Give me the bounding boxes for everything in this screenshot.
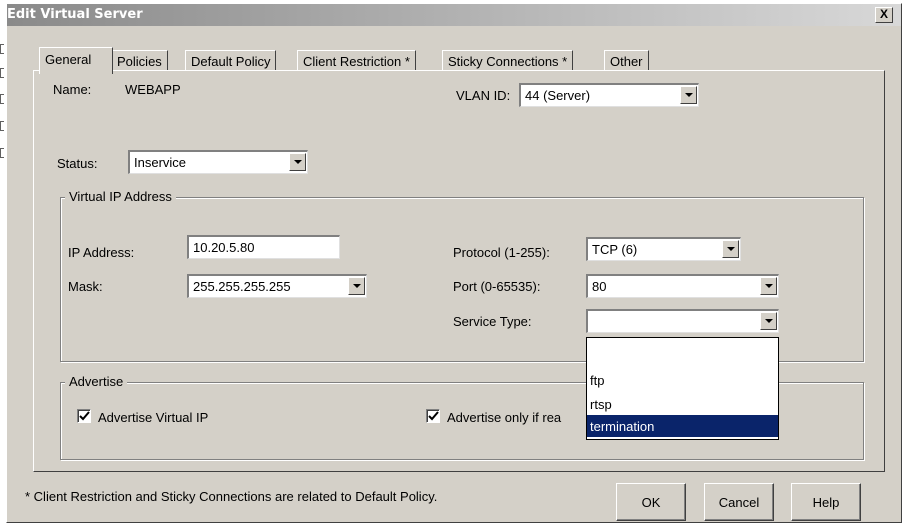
vlan-select-value: 44 (Server) bbox=[525, 88, 591, 103]
checkmark-icon bbox=[79, 411, 90, 421]
advertise-only-checkbox[interactable] bbox=[426, 409, 440, 423]
chevron-down-icon[interactable] bbox=[348, 277, 365, 295]
edge-mark bbox=[0, 121, 4, 131]
chevron-down-icon[interactable] bbox=[722, 240, 739, 258]
port-label: Port (0-65535): bbox=[453, 279, 541, 294]
cancel-button-label: Cancel bbox=[718, 495, 760, 510]
checkmark-icon bbox=[428, 411, 439, 421]
protocol-select[interactable]: TCP (6) bbox=[586, 237, 741, 261]
cancel-button[interactable]: Cancel bbox=[704, 483, 774, 521]
chevron-down-icon[interactable] bbox=[760, 277, 777, 295]
advertise-vip-label: Advertise Virtual IP bbox=[98, 410, 209, 425]
help-button[interactable]: Help bbox=[791, 483, 861, 521]
name-label: Name: bbox=[53, 82, 92, 97]
edge-mark bbox=[0, 44, 4, 54]
status-select[interactable]: Inservice bbox=[128, 150, 308, 174]
protocol-select-value: TCP (6) bbox=[592, 242, 638, 257]
list-option-ftp[interactable]: ftp bbox=[587, 369, 778, 391]
chevron-down-icon[interactable] bbox=[680, 86, 697, 104]
status-label: Status: bbox=[57, 156, 98, 171]
vlan-label: VLAN ID: bbox=[456, 88, 511, 103]
mask-select-value: 255.255.255.255 bbox=[193, 279, 291, 294]
edge-mark bbox=[0, 94, 4, 104]
list-option[interactable] bbox=[587, 338, 778, 360]
list-option-rtsp[interactable]: rtsp bbox=[587, 393, 778, 415]
advertise-only-label: Advertise only if rea bbox=[447, 410, 562, 425]
ok-button-label: OK bbox=[641, 495, 661, 510]
port-select-value: 80 bbox=[592, 279, 607, 294]
advertise-legend: Advertise bbox=[65, 374, 128, 389]
vlan-select[interactable]: 44 (Server) bbox=[519, 83, 699, 107]
service-type-label: Service Type: bbox=[453, 314, 532, 329]
chevron-down-icon[interactable] bbox=[289, 153, 306, 171]
panel-content: Name: WEBAPP VLAN ID: 44 (Server) Status… bbox=[7, 4, 901, 522]
edit-virtual-server-dialog: Edit Virtual Server X Policies Default P… bbox=[6, 3, 902, 523]
name-value: WEBAPP bbox=[125, 82, 181, 97]
chevron-down-icon[interactable] bbox=[760, 312, 777, 330]
ok-button[interactable]: OK bbox=[616, 483, 686, 521]
service-type-select[interactable] bbox=[586, 309, 779, 333]
mask-label: Mask: bbox=[68, 279, 103, 294]
virtual-ip-legend: Virtual IP Address bbox=[65, 189, 176, 204]
help-button-label: Help bbox=[812, 495, 840, 510]
footer-note: * Client Restriction and Sticky Connecti… bbox=[25, 489, 438, 504]
ip-address-value: 10.20.5.80 bbox=[193, 240, 255, 255]
edge-mark bbox=[0, 148, 4, 158]
list-option-termination[interactable]: termination bbox=[587, 415, 778, 437]
protocol-label: Protocol (1-255): bbox=[453, 245, 550, 260]
service-type-listbox[interactable]: ftp rtsp termination bbox=[586, 337, 779, 440]
screen: { "window": { "title": "Edit Virtual Ser… bbox=[0, 0, 908, 529]
port-select[interactable]: 80 bbox=[586, 274, 779, 298]
ip-address-input[interactable]: 10.20.5.80 bbox=[187, 235, 340, 259]
status-select-value: Inservice bbox=[134, 155, 187, 170]
mask-select[interactable]: 255.255.255.255 bbox=[187, 274, 367, 298]
ip-address-label: IP Address: bbox=[68, 245, 135, 260]
edge-mark bbox=[0, 68, 4, 78]
advertise-vip-checkbox[interactable] bbox=[77, 409, 91, 423]
